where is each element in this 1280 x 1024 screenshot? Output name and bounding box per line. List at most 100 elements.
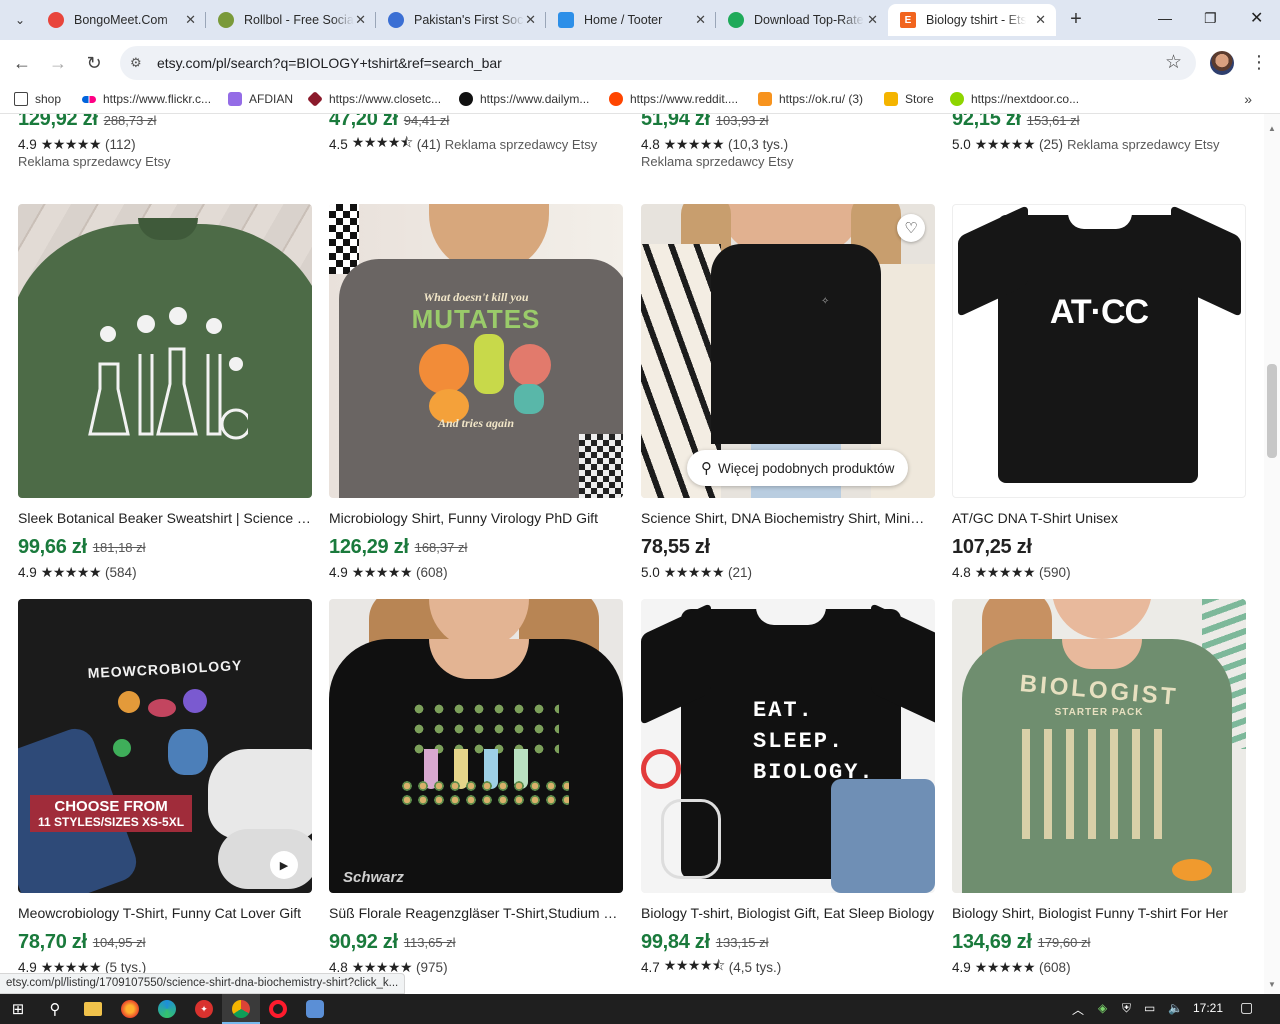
review-count: (21) bbox=[728, 564, 753, 580]
more-similar-label: Więcej podobnych produktów bbox=[718, 460, 895, 476]
bookmark-star-icon[interactable]: ☆ bbox=[1165, 51, 1182, 74]
bookmark-label: Store bbox=[905, 92, 934, 106]
restore-icon[interactable]: ❐ bbox=[1204, 10, 1217, 27]
site-info-icon[interactable]: ⚙ bbox=[130, 55, 142, 71]
original-price: 113,65 zł bbox=[403, 934, 456, 950]
nvidia-icon[interactable]: ◈ bbox=[1098, 1001, 1107, 1015]
reddit-icon bbox=[609, 92, 623, 106]
close-icon[interactable]: ✕ bbox=[1035, 12, 1046, 28]
app-icon[interactable] bbox=[306, 1000, 324, 1018]
bookmark-shop[interactable]: shop bbox=[14, 92, 61, 106]
profile-avatar[interactable] bbox=[1210, 51, 1234, 75]
notifications-icon[interactable]: ▢ bbox=[1240, 999, 1253, 1016]
listing-card[interactable]: BIOLOGIST STARTER PACK Biology Shirt, Bi… bbox=[952, 599, 1246, 977]
product-image[interactable]: ✧ ♡ ⚲ Więcej podobnych produktów bbox=[641, 204, 935, 498]
listing-card[interactable]: What doesn't kill you MUTATES And tries … bbox=[329, 204, 623, 582]
listing-card[interactable]: Schwarz Süß Florale Reagenzgläser T-Shir… bbox=[329, 599, 623, 977]
listing-card-partial[interactable]: 129,92 zł 288,73 zł 4.9 ★★★★★ (112) Reklama… bbox=[18, 114, 318, 172]
minimize-icon[interactable]: — bbox=[1158, 10, 1172, 26]
heart-icon[interactable]: ♡ bbox=[897, 214, 925, 242]
scroll-up-icon[interactable]: ▲ bbox=[1268, 124, 1276, 133]
address-bar[interactable]: ⚙ etsy.com/pl/search?q=BIOLOGY+tshirt&re… bbox=[120, 46, 1196, 80]
reload-icon[interactable]: ↻ bbox=[82, 51, 106, 75]
tab-bongomeet[interactable]: BongoMeet.Com ✕ bbox=[36, 4, 206, 36]
url-text[interactable]: etsy.com/pl/search?q=BIOLOGY+tshirt&ref=… bbox=[157, 55, 502, 71]
forward-icon[interactable]: → bbox=[46, 51, 70, 75]
close-icon[interactable]: ✕ bbox=[867, 12, 878, 28]
listing-card[interactable]: MEOWCROBIOLOGY CHOOSE FROM 11 STYLES/SIZ… bbox=[18, 599, 312, 977]
closet-icon bbox=[307, 91, 323, 107]
scroll-down-icon[interactable]: ▼ bbox=[1268, 980, 1276, 989]
listing-title[interactable]: Biology T-shirt, Biologist Gift, Eat Sle… bbox=[641, 905, 935, 923]
listing-card[interactable]: EAT. SLEEP. BIOLOGY. Biology T-shirt, Bi… bbox=[641, 599, 935, 977]
product-image[interactable]: Schwarz bbox=[329, 599, 623, 893]
bookmark-nextdoor[interactable]: https://nextdoor.co... bbox=[950, 92, 1079, 106]
store-icon bbox=[884, 92, 898, 106]
new-tab-icon[interactable]: + bbox=[1064, 8, 1088, 30]
bookmark-closet[interactable]: https://www.closetc... bbox=[307, 91, 441, 107]
bookmark-reddit[interactable]: https://www.reddit.... bbox=[609, 92, 738, 106]
tab-pakistan[interactable]: Pakistan's First Social ✕ bbox=[376, 4, 546, 36]
nextdoor-icon bbox=[950, 92, 964, 106]
shirt-print-text: STARTER PACK bbox=[1054, 707, 1144, 718]
listing-title[interactable]: Sleek Botanical Beaker Sweatshirt | Scie… bbox=[18, 510, 312, 528]
search-icon[interactable]: ⚲ bbox=[46, 1000, 64, 1018]
clock[interactable]: 17:21 bbox=[1193, 1001, 1223, 1015]
chrome-icon[interactable] bbox=[232, 1000, 250, 1018]
page-scrollbar[interactable]: ▲ ▼ bbox=[1264, 114, 1280, 994]
bookmark-ok[interactable]: https://ok.ru/ (3) bbox=[758, 92, 863, 106]
window-close-icon[interactable]: ✕ bbox=[1250, 8, 1263, 28]
edge-icon[interactable] bbox=[158, 1000, 176, 1018]
listing-title[interactable]: Science Shirt, DNA Biochemistry Shirt, M… bbox=[641, 510, 935, 528]
tab-tooter[interactable]: Home / Tooter ✕ bbox=[546, 4, 716, 36]
bookmark-store[interactable]: Store bbox=[884, 92, 934, 106]
original-price: 153,61 zł bbox=[1026, 114, 1080, 128]
product-image[interactable]: EAT. SLEEP. BIOLOGY. bbox=[641, 599, 935, 893]
listing-card[interactable]: Sleek Botanical Beaker Sweatshirt | Scie… bbox=[18, 204, 312, 582]
original-price: 179,60 zł bbox=[1037, 934, 1091, 950]
listing-title[interactable]: Microbiology Shirt, Funny Virology PhD G… bbox=[329, 510, 623, 528]
listing-title[interactable]: AT/GC DNA T-Shirt Unisex bbox=[952, 510, 1246, 528]
play-icon[interactable]: ▶ bbox=[270, 851, 298, 879]
product-image[interactable]: MEOWCROBIOLOGY CHOOSE FROM 11 STYLES/SIZ… bbox=[18, 599, 312, 893]
product-image[interactable]: AT·CC bbox=[952, 204, 1246, 498]
close-icon[interactable]: ✕ bbox=[185, 12, 196, 28]
file-explorer-icon[interactable] bbox=[84, 1002, 102, 1016]
menu-icon[interactable]: ⋮ bbox=[1250, 52, 1268, 73]
listing-title[interactable]: Biology Shirt, Biologist Funny T-shirt F… bbox=[952, 905, 1246, 923]
listing-title[interactable]: Süß Florale Reagenzgläser T-Shirt,Studiu… bbox=[329, 905, 623, 923]
network-icon[interactable]: ▭ bbox=[1144, 1001, 1155, 1015]
close-icon[interactable]: ✕ bbox=[695, 12, 706, 28]
bookmark-afdian[interactable]: AFDIAN bbox=[228, 92, 293, 106]
tab-search-icon[interactable]: ⌄ bbox=[8, 8, 32, 32]
close-icon[interactable]: ✕ bbox=[355, 12, 366, 28]
tab-etsy[interactable]: E Biology tshirt - Etsy ✕ bbox=[888, 4, 1056, 36]
app-icon[interactable]: ✦ bbox=[195, 1000, 213, 1018]
defender-icon[interactable]: ⛨ bbox=[1122, 1001, 1131, 1016]
windows-start-icon[interactable]: ⊞ bbox=[9, 1000, 27, 1018]
product-image[interactable] bbox=[18, 204, 312, 498]
chevron-right-icon[interactable]: » bbox=[1244, 91, 1252, 107]
bookmark-dailymotion[interactable]: https://www.dailym... bbox=[459, 92, 589, 106]
listing-card-partial[interactable]: 47,20 zł 94,41 zł 4.5 ★★★★⯪ (41) Reklama spr… bbox=[329, 114, 629, 154]
bookmark-flickr[interactable]: https://www.flickr.c... bbox=[82, 92, 211, 106]
review-count: (41) bbox=[416, 136, 441, 152]
firefox-icon[interactable] bbox=[121, 1000, 139, 1018]
listing-title[interactable]: Meowcrobiology T-Shirt, Funny Cat Lover … bbox=[18, 905, 312, 923]
back-icon[interactable]: ← bbox=[10, 51, 34, 75]
listing-card-partial[interactable]: 51,94 zł 103,93 zł 4.8 ★★★★★ (10,3 tys.) Re… bbox=[641, 114, 941, 172]
tray-chevron-icon[interactable]: ︿ bbox=[1072, 1001, 1084, 1018]
tab-rollbol[interactable]: Rollbol - Free Social ✕ bbox=[206, 4, 376, 36]
product-image[interactable]: BIOLOGIST STARTER PACK bbox=[952, 599, 1246, 893]
listing-card-partial[interactable]: 92,15 zł 153,61 zł 5.0 ★★★★★ (25) Reklama sp… bbox=[952, 114, 1262, 154]
opera-icon[interactable] bbox=[269, 1000, 287, 1018]
close-icon[interactable]: ✕ bbox=[525, 12, 536, 28]
tab-download[interactable]: Download Top-Rated ✕ bbox=[716, 4, 888, 36]
review-count: (25) bbox=[1039, 136, 1064, 152]
scrollbar-thumb[interactable] bbox=[1267, 364, 1277, 458]
volume-icon[interactable]: 🔈 bbox=[1168, 1001, 1183, 1015]
more-similar-button[interactable]: ⚲ Więcej podobnych produktów bbox=[687, 450, 909, 486]
listing-card[interactable]: AT·CC AT/GC DNA T-Shirt Unisex 107,25 zł… bbox=[952, 204, 1246, 582]
listing-card[interactable]: ✧ ♡ ⚲ Więcej podobnych produktów Science … bbox=[641, 204, 935, 582]
product-image[interactable]: What doesn't kill you MUTATES And tries … bbox=[329, 204, 623, 498]
